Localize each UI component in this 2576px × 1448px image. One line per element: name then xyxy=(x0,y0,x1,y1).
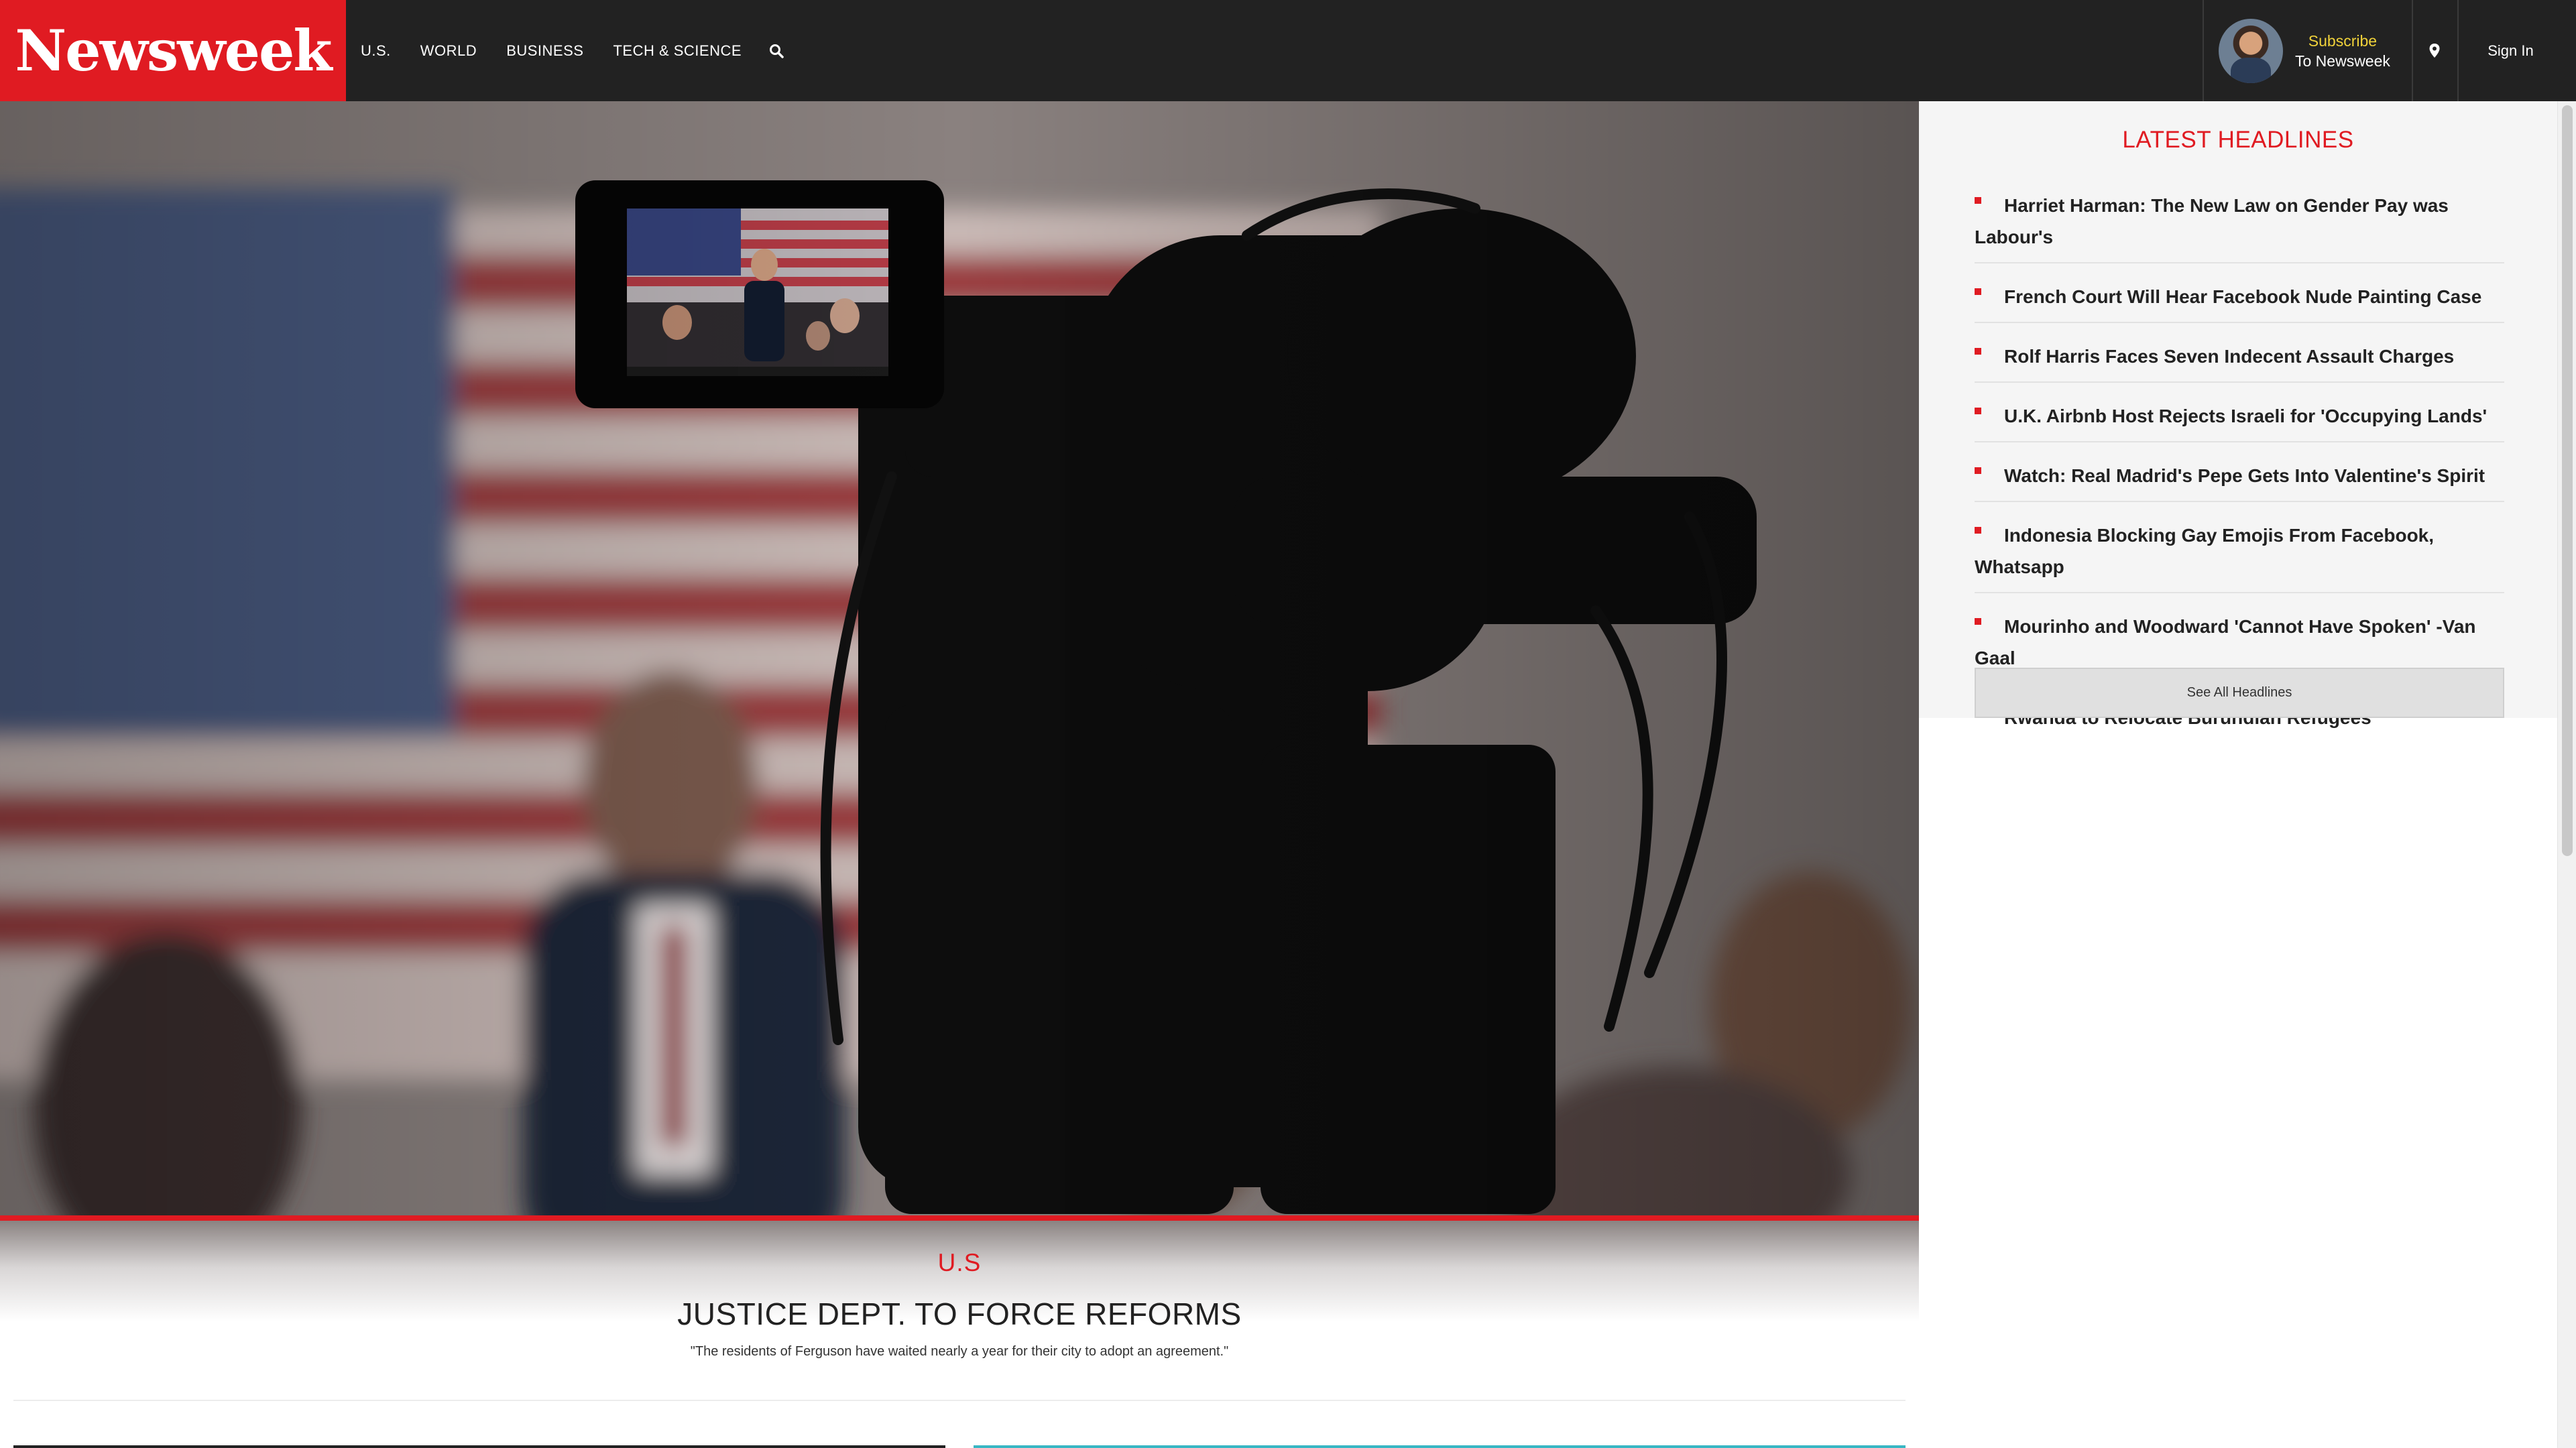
avatar xyxy=(2219,18,2283,83)
subscribe-button[interactable]: Subscribe To Newsweek xyxy=(2203,0,2413,101)
newsweek-logo[interactable]: Newsweek xyxy=(0,0,346,101)
hero-subtitle: "The residents of Ferguson have waited n… xyxy=(690,1344,1229,1359)
nav-link-business[interactable]: BUSINESS xyxy=(506,42,583,60)
headline-text: Indonesia Blocking Gay Emojis From Faceb… xyxy=(1975,525,2435,577)
latest-headlines-panel: LATEST HEADLINES Harriet Harman: The New… xyxy=(1919,101,2557,728)
location-pin-icon xyxy=(2429,43,2440,58)
nav-link-world[interactable]: WORLD xyxy=(420,42,477,60)
teaser-left-top[interactable] xyxy=(13,1445,945,1448)
headline-item[interactable]: French Court Will Hear Facebook Nude Pai… xyxy=(1975,276,2504,323)
scrollbar-thumb[interactable] xyxy=(2562,105,2573,856)
hero-caption: U.S JUSTICE DEPT. TO FORCE REFORMS "The … xyxy=(0,1221,1919,1402)
headline-item[interactable]: U.K. Airbnb Host Rejects Israeli for 'Oc… xyxy=(1975,395,2504,442)
search-icon[interactable] xyxy=(768,43,784,59)
bullet-icon xyxy=(1975,196,1981,204)
subscribe-label: Subscribe xyxy=(2308,32,2378,50)
nav-link-tech-science[interactable]: TECH & SCIENCE xyxy=(613,42,742,60)
hero-category[interactable]: U.S xyxy=(0,1249,1919,1277)
bullet-icon xyxy=(1975,526,1981,534)
latest-headlines-title: LATEST HEADLINES xyxy=(2122,127,2354,153)
headline-text: Watch: Real Madrid's Pepe Gets Into Vale… xyxy=(2004,465,2485,486)
nav-link-us[interactable]: U.S. xyxy=(361,42,391,60)
subscribe-text: Subscribe To Newsweek xyxy=(2295,31,2390,71)
bullet-icon xyxy=(1975,467,1981,474)
bullet-icon xyxy=(1975,347,1981,355)
hero-headline[interactable]: JUSTICE DEPT. TO FORCE REFORMS xyxy=(0,1296,1919,1332)
page-scrollbar[interactable] xyxy=(2557,101,2576,1448)
headline-text: Harriet Harman: The New Law on Gender Pa… xyxy=(1975,195,2449,247)
subscribe-sublabel: To Newsweek xyxy=(2295,52,2390,70)
teaser-right-top[interactable] xyxy=(974,1445,1906,1448)
bullet-icon xyxy=(1975,407,1981,414)
headline-item[interactable]: Rolf Harris Faces Seven Indecent Assault… xyxy=(1975,335,2504,383)
see-all-headlines-button[interactable]: See All Headlines xyxy=(1975,668,2504,718)
top-navigation-bar: Newsweek U.S. WORLD BUSINESS TECH & SCIE… xyxy=(0,0,2576,101)
main-nav: U.S. WORLD BUSINESS TECH & SCIENCE xyxy=(361,0,784,101)
logo-text: Newsweek xyxy=(15,17,332,84)
hero-image[interactable] xyxy=(0,101,1919,1215)
headline-text: U.K. Airbnb Host Rejects Israeli for 'Oc… xyxy=(2004,406,2487,426)
location-button[interactable] xyxy=(2412,0,2459,101)
headline-item[interactable]: Watch: Real Madrid's Pepe Gets Into Vale… xyxy=(1975,455,2504,502)
headline-item[interactable]: Indonesia Blocking Gay Emojis From Faceb… xyxy=(1975,514,2504,593)
bullet-icon xyxy=(1975,288,1981,295)
section-divider xyxy=(13,1400,1906,1401)
hero-photo xyxy=(0,101,1919,1215)
sign-in-link[interactable]: Sign In xyxy=(2459,0,2563,101)
headline-text: French Court Will Hear Facebook Nude Pai… xyxy=(2004,286,2482,307)
headline-item[interactable]: Harriet Harman: The New Law on Gender Pa… xyxy=(1975,184,2504,263)
hero-divider-red xyxy=(0,1215,1919,1221)
bullet-icon xyxy=(1975,617,1981,625)
headline-text: Rolf Harris Faces Seven Indecent Assault… xyxy=(2004,346,2455,367)
headline-text: Mourinho and Woodward 'Cannot Have Spoke… xyxy=(1975,616,2476,668)
